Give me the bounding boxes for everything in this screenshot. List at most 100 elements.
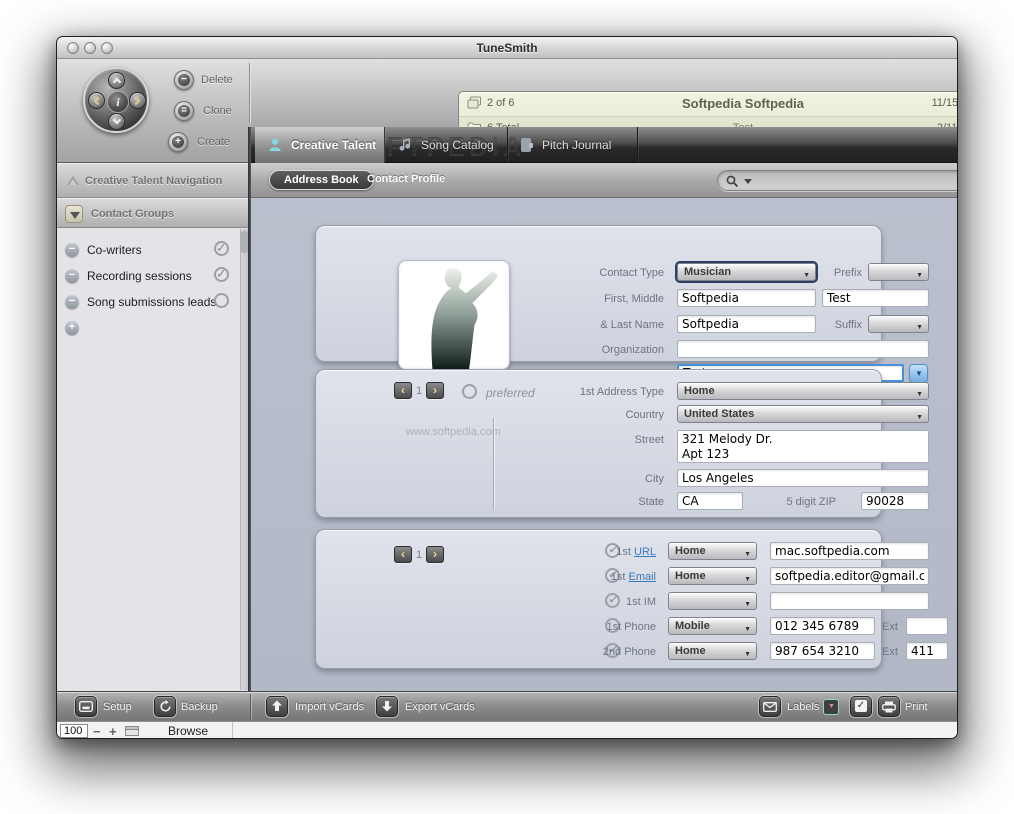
email-input[interactable] bbox=[770, 567, 929, 585]
address-prev-button[interactable]: ‹ bbox=[394, 382, 412, 399]
methods-prev-button[interactable]: ‹ bbox=[394, 546, 412, 563]
phone2-input[interactable] bbox=[770, 642, 875, 660]
address-book-button[interactable]: Address Book bbox=[269, 170, 374, 190]
confirm-check-button[interactable]: ✓ bbox=[850, 696, 872, 717]
phone1-input[interactable] bbox=[770, 617, 875, 635]
nav-next-button[interactable] bbox=[129, 92, 146, 109]
module-tab-bar: SOFTPEDIA Creative Talent Song Catalog P… bbox=[251, 127, 958, 163]
country-label: Country bbox=[544, 409, 664, 421]
zoom-out-button[interactable]: − bbox=[93, 724, 101, 739]
setup-label: Setup bbox=[103, 701, 132, 713]
phone1-type-dropdown[interactable]: Mobile bbox=[668, 617, 757, 635]
import-vcards-button[interactable] bbox=[266, 696, 288, 717]
address-divider-line bbox=[493, 418, 494, 510]
group-selected-check[interactable] bbox=[214, 293, 229, 308]
chevron-up-icon bbox=[113, 78, 121, 86]
tab-pitch-journal[interactable]: Pitch Journal bbox=[508, 127, 638, 163]
zip-input[interactable] bbox=[861, 492, 929, 510]
nav-previous-button[interactable] bbox=[88, 92, 105, 109]
pseudonym-dropdown-button[interactable] bbox=[909, 364, 928, 383]
street-label: Street bbox=[544, 434, 664, 446]
zoom-in-button[interactable]: + bbox=[109, 724, 117, 739]
nav-down-button[interactable] bbox=[108, 113, 125, 130]
journal-icon bbox=[520, 137, 534, 153]
backup-button[interactable] bbox=[154, 696, 176, 717]
contact-photo[interactable] bbox=[398, 260, 510, 370]
phone2-type-dropdown[interactable]: Home bbox=[668, 642, 757, 660]
contact-type-dropdown[interactable]: Musician bbox=[677, 263, 816, 281]
contact-groups-header[interactable]: Contact Groups bbox=[57, 198, 251, 228]
prefix-dropdown[interactable] bbox=[868, 263, 929, 281]
state-input[interactable] bbox=[677, 492, 743, 510]
remove-group-icon[interactable]: − bbox=[65, 243, 79, 257]
create-record-button[interactable]: + bbox=[168, 132, 188, 152]
sidebar-nav-header[interactable]: Creative Talent Navigation bbox=[57, 163, 251, 198]
street-input[interactable]: 321 Melody Dr. Apt 123 bbox=[677, 430, 929, 463]
record-card-row-1: 2 of 6 Softpedia Softpedia 11/15/2011 bbox=[459, 92, 958, 116]
print-button[interactable] bbox=[878, 696, 900, 717]
import-vcards-label: Import vCards bbox=[295, 701, 364, 713]
first-name-input[interactable] bbox=[677, 289, 816, 307]
address-type-dropdown[interactable]: Home bbox=[677, 382, 929, 400]
labels-dropdown-button[interactable] bbox=[823, 699, 839, 715]
middle-name-input[interactable] bbox=[822, 289, 929, 307]
group-label: Co-writers bbox=[87, 243, 142, 257]
city-input[interactable] bbox=[677, 469, 929, 487]
contact-groups-label: Contact Groups bbox=[91, 208, 174, 220]
url-type-dropdown[interactable]: Home bbox=[668, 542, 757, 560]
im-type-dropdown[interactable] bbox=[668, 592, 757, 610]
phone1-label: 1st Phone bbox=[566, 621, 656, 633]
delete-record-button[interactable]: − bbox=[174, 70, 194, 90]
add-group-button[interactable]: + bbox=[65, 321, 79, 335]
group-selected-check[interactable]: ✓ bbox=[214, 241, 229, 256]
suffix-dropdown[interactable] bbox=[868, 315, 929, 333]
country-dropdown[interactable]: United States bbox=[677, 405, 929, 423]
record-navigation-cluster: i − Delete = Clone + Create bbox=[57, 59, 251, 163]
preferred-radio[interactable] bbox=[462, 384, 477, 399]
tab-creative-talent[interactable]: Creative Talent bbox=[255, 127, 385, 163]
search-field[interactable] bbox=[717, 170, 958, 191]
url-input[interactable] bbox=[770, 542, 929, 560]
sidebar-scroll-thumb[interactable] bbox=[241, 231, 248, 253]
search-scope-dropdown-icon[interactable] bbox=[744, 179, 752, 184]
group-collapse-button[interactable] bbox=[65, 205, 83, 223]
im-input[interactable] bbox=[770, 592, 929, 610]
phone1-ext-input[interactable] bbox=[906, 617, 948, 635]
setup-button[interactable] bbox=[75, 696, 97, 717]
mode-selector[interactable]: Browse bbox=[145, 724, 231, 738]
contact-profile-label[interactable]: Contact Profile bbox=[367, 173, 445, 185]
methods-next-button[interactable]: › bbox=[426, 546, 444, 563]
record-nav-wheel: i bbox=[83, 67, 149, 133]
date-created: 11/15/2011 bbox=[915, 97, 958, 109]
url-link[interactable]: URL bbox=[634, 546, 656, 558]
search-input[interactable] bbox=[756, 172, 958, 189]
prefix-label: Prefix bbox=[822, 267, 862, 279]
group-item-cowriters[interactable]: − Co-writers ✓ bbox=[65, 240, 241, 262]
zoom-level-field[interactable]: 100 bbox=[60, 724, 88, 738]
email-link[interactable]: Email bbox=[628, 571, 656, 583]
sidebar-nav-header-label: Creative Talent Navigation bbox=[85, 175, 222, 187]
plus-icon: + bbox=[172, 136, 184, 148]
print-label: Print bbox=[905, 701, 928, 713]
remove-group-icon[interactable]: − bbox=[65, 269, 79, 283]
export-vcards-button[interactable] bbox=[376, 696, 398, 717]
group-item-recording-sessions[interactable]: − Recording sessions ✓ bbox=[65, 266, 241, 288]
last-name-input[interactable] bbox=[677, 315, 816, 333]
nav-up-button[interactable] bbox=[108, 72, 125, 89]
check-icon: ✓ bbox=[855, 700, 867, 712]
chevron-right-icon bbox=[132, 97, 140, 105]
labels-button[interactable] bbox=[759, 696, 781, 717]
organization-input[interactable] bbox=[677, 340, 929, 358]
tab-song-catalog[interactable]: Song Catalog bbox=[385, 127, 508, 163]
group-selected-check[interactable]: ✓ bbox=[214, 267, 229, 282]
record-info-button[interactable]: i bbox=[107, 91, 129, 113]
address-next-button[interactable]: › bbox=[426, 382, 444, 399]
phone2-ext-input[interactable] bbox=[906, 642, 948, 660]
screenshot-canvas: TuneSmith i − Delete = Clone + Create bbox=[0, 0, 1014, 814]
remove-group-icon[interactable]: − bbox=[65, 295, 79, 309]
clone-record-button[interactable]: = bbox=[174, 101, 194, 121]
group-item-song-submissions[interactable]: − Song submissions leads bbox=[65, 292, 241, 314]
status-toolbar-toggle-icon[interactable] bbox=[125, 726, 139, 736]
phone2-ext-label: Ext bbox=[882, 646, 902, 658]
email-type-dropdown[interactable]: Home bbox=[668, 567, 757, 585]
